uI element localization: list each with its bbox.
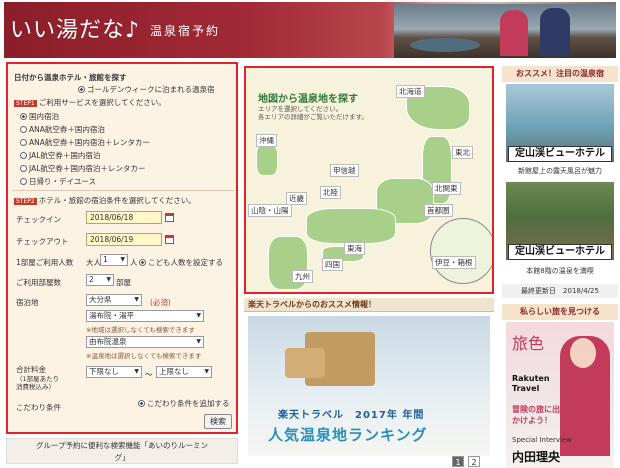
person-image bbox=[500, 10, 528, 56]
adult-label: 大人 bbox=[86, 258, 101, 267]
region-shutoken[interactable]: 首都圏 bbox=[424, 204, 453, 217]
japan-map-panel: 地図から温泉地を探す エリアを選択してください。 各エリアの詳細がご覧いただけま… bbox=[244, 66, 494, 294]
special-interview: Special Interview bbox=[512, 436, 572, 444]
izu-inset[interactable] bbox=[430, 218, 492, 284]
pager-1[interactable]: 1 bbox=[452, 456, 464, 467]
step2-heading: STEP2 ホテル・旅館の宿泊条件を選択してください。 bbox=[14, 196, 196, 205]
radio-icon[interactable] bbox=[20, 152, 27, 159]
region-hokkaido[interactable]: 北海道 bbox=[396, 85, 425, 98]
area-note: ※地域は選択しなくても検索できます bbox=[86, 326, 195, 334]
radio-icon[interactable] bbox=[20, 178, 27, 185]
price-min-select[interactable]: 下限なし ▼ bbox=[86, 366, 142, 378]
prefecture-select[interactable]: 大分県 ▼ bbox=[86, 294, 142, 306]
checkin-label: チェックイン bbox=[16, 215, 61, 224]
recommend-title: 人気温泉地ランキング bbox=[268, 426, 428, 444]
required-mark: (必須) bbox=[150, 298, 171, 307]
calendar-icon[interactable] bbox=[165, 235, 174, 244]
checkout-input[interactable]: 2018/06/19 bbox=[86, 233, 162, 246]
wooden-bucket-image bbox=[285, 348, 325, 378]
region-tohoku[interactable]: 東北 bbox=[452, 146, 473, 159]
recommend-subtitle: 楽天トラベル 2017年 年間 bbox=[278, 410, 425, 421]
checkin-input[interactable]: 2018/06/18 bbox=[86, 211, 162, 224]
radio-icon[interactable] bbox=[20, 139, 27, 146]
group-reservation-link[interactable]: グループ予約に便利な検索機能「あいのりルーミン グ」 bbox=[6, 438, 238, 464]
bath-image bbox=[410, 38, 480, 52]
service-option[interactable]: ANA航空券＋国内宿泊 bbox=[20, 124, 105, 135]
travel-style-heading: 私らしい旅を見つける bbox=[502, 304, 618, 320]
region-shikoku[interactable]: 四国 bbox=[322, 258, 343, 271]
price-separator: 〜 bbox=[145, 370, 153, 379]
group-line: グループ予約に便利な検索機能「あいのりルーミン bbox=[35, 441, 209, 450]
hotel-caption[interactable]: 本館8階の温泉を満喫 bbox=[502, 266, 618, 276]
map-desc: 各エリアの詳細がご覧いただけます。 bbox=[258, 113, 368, 121]
area-select[interactable]: 湯布院・湯平 ▼ bbox=[86, 310, 204, 322]
price-max-select[interactable]: 上限なし ▼ bbox=[156, 366, 212, 378]
calendar-icon[interactable] bbox=[165, 213, 174, 222]
kodawari-label: こだわり条件 bbox=[16, 403, 61, 412]
interviewee-name: 内田理央 bbox=[512, 450, 561, 464]
region-kyushu[interactable]: 九州 bbox=[292, 270, 313, 283]
onsen-note: ※温泉地は選択しなくても検索できます bbox=[86, 352, 202, 360]
guests-label: 1部屋ご利用人数 bbox=[16, 258, 74, 267]
hotel-caption[interactable]: 新館屋上の露天風呂が魅力 bbox=[502, 166, 618, 176]
radio-icon[interactable] bbox=[20, 165, 27, 172]
service-option[interactable]: ANA航空券＋国内宿泊＋レンタカー bbox=[20, 137, 150, 148]
recommend-heading: 楽天トラベルからのおススメ情報！ bbox=[244, 298, 494, 312]
kodawari-add-link[interactable]: こだわり条件を追加する bbox=[138, 398, 230, 409]
link-bullet-icon bbox=[138, 400, 145, 407]
adult-select[interactable]: 1 ▼ bbox=[100, 254, 128, 266]
model-face-image bbox=[570, 338, 596, 368]
magazine-title: 旅色 bbox=[512, 334, 545, 353]
rooms-select[interactable]: 2 ▼ bbox=[86, 274, 114, 286]
magazine-catch: 冒険の旅に出かけよう！ bbox=[512, 405, 560, 425]
service-option[interactable]: JAL航空券＋国内宿泊 bbox=[20, 150, 100, 161]
rooms-label: ご利用部屋数 bbox=[16, 278, 61, 287]
pager-2[interactable]: 2 bbox=[468, 456, 480, 467]
checkout-label: チェックアウト bbox=[16, 237, 69, 246]
price-sub: 消費税込み） bbox=[16, 383, 55, 391]
service-option[interactable]: 日帰り・デイユース bbox=[20, 176, 96, 187]
last-updated: 最終更新日 2018/4/25 bbox=[502, 284, 618, 298]
okinawa-land[interactable] bbox=[256, 144, 278, 176]
area-label: 宿泊地 bbox=[16, 298, 39, 307]
rakuten-logo: Travel bbox=[512, 384, 540, 393]
region-tokai[interactable]: 東海 bbox=[344, 242, 365, 255]
region-izu[interactable]: 伊豆・箱根 bbox=[432, 256, 476, 269]
person-unit: 人 bbox=[130, 258, 138, 267]
child-setting-link[interactable]: こども人数を設定する bbox=[139, 257, 223, 268]
rakuten-logo: Rakuten bbox=[512, 374, 550, 383]
radio-icon[interactable] bbox=[20, 113, 27, 120]
search-button[interactable]: 検索 bbox=[204, 414, 232, 429]
region-sanin[interactable]: 山陰・山陽 bbox=[248, 204, 292, 217]
date-search-panel: 日付から温泉ホテル・旅館を探す ゴールデンウィークに泊まれる温泉宿 STEP1 ご… bbox=[6, 62, 238, 434]
service-option[interactable]: 国内宿泊 bbox=[20, 111, 59, 122]
region-okinawa[interactable]: 沖縄 bbox=[256, 134, 277, 147]
service-option[interactable]: JAL航空券＋国内宿泊＋レンタカー bbox=[20, 163, 145, 174]
group-line: グ」 bbox=[114, 453, 130, 462]
step1-heading: STEP1 ご利用サービスを選択してください。 bbox=[14, 98, 166, 107]
onsen-select[interactable]: 由布院温泉 ▼ bbox=[86, 336, 204, 348]
kansai-land[interactable] bbox=[306, 208, 396, 244]
rooms-unit: 部屋 bbox=[116, 278, 131, 287]
site-subtitle: 温泉宿予約 bbox=[150, 24, 221, 38]
person-image bbox=[540, 8, 570, 56]
region-kitakanto[interactable]: 北関東 bbox=[432, 182, 461, 195]
link-bullet-icon bbox=[139, 259, 146, 266]
hotel-sign[interactable]: 定山渓ビューホテル bbox=[508, 146, 612, 162]
site-logo[interactable]: いい湯だな♪ bbox=[10, 12, 140, 44]
divider bbox=[12, 190, 234, 191]
featured-heading: おススメ！注目の温泉宿 bbox=[502, 66, 618, 82]
link-bullet-icon bbox=[78, 86, 85, 93]
region-hokuriku[interactable]: 北陸 bbox=[320, 186, 341, 199]
radio-icon[interactable] bbox=[20, 126, 27, 133]
hotel-sign[interactable]: 定山渓ビューホテル bbox=[508, 244, 612, 260]
region-koshinetsu[interactable]: 甲信越 bbox=[330, 164, 359, 177]
search-title: 日付から温泉ホテル・旅館を探す bbox=[14, 73, 127, 82]
golden-week-link[interactable]: ゴールデンウィークに泊まれる温泉宿 bbox=[78, 84, 215, 95]
